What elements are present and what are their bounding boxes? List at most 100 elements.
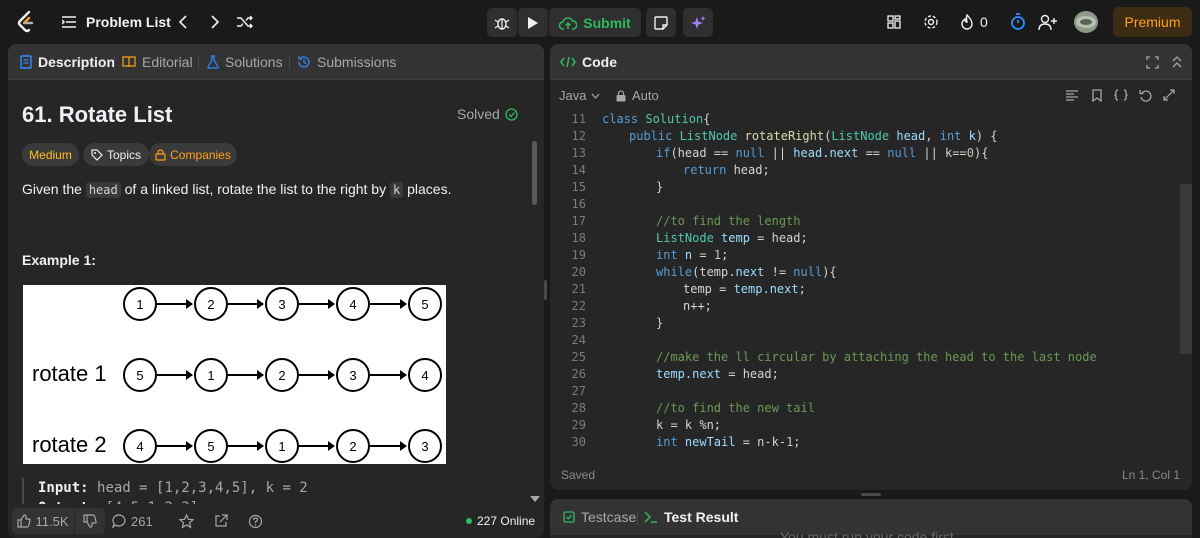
shuffle-icon[interactable] [236, 13, 254, 31]
code-token: head [793, 146, 823, 160]
comments-button[interactable]: 261 [112, 508, 153, 534]
diagram-arrow [370, 370, 407, 380]
comment-icon [112, 514, 127, 528]
code-token: temp.next [656, 367, 722, 381]
tab-test-result[interactable]: Test Result [644, 499, 738, 535]
vertical-resize-handle[interactable] [544, 280, 547, 300]
code-line: temp.next = head; [656, 366, 779, 383]
diagram-row-label: rotate 2 [32, 432, 107, 457]
language-select[interactable]: Java [559, 88, 600, 103]
chevron-left-icon[interactable] [175, 13, 191, 31]
bookmark-icon[interactable] [1090, 88, 1104, 102]
code-token: ListNode [679, 129, 745, 143]
auto-mode[interactable]: Auto [616, 88, 659, 103]
problem-title: 61. Rotate List [22, 102, 173, 127]
online-count: 227 Online [477, 514, 536, 528]
code-token: || k== [916, 146, 967, 160]
reset-icon[interactable] [1138, 88, 1152, 102]
share-icon[interactable] [213, 513, 229, 529]
code-token: ListNode [656, 231, 722, 245]
code-brackets-icon [560, 56, 576, 68]
solved-label: Solved [457, 106, 500, 122]
description-footer: 11.5K 261 227 Online [8, 504, 544, 538]
code-token: = head; [721, 367, 779, 381]
help-icon[interactable] [247, 513, 263, 529]
problem-statement: Given the head of a linked list, rotate … [22, 181, 451, 198]
horizontal-resize-handle[interactable] [861, 493, 881, 496]
tab-description[interactable]: Description [20, 44, 115, 80]
braces-icon[interactable] [1113, 88, 1129, 102]
test-result-label: Test Result [664, 509, 739, 525]
chevron-right-icon[interactable] [207, 13, 223, 31]
list-icon[interactable] [61, 14, 77, 30]
submit-label: Submit [583, 14, 631, 31]
scroll-down-arrow[interactable] [530, 496, 540, 502]
diagram-node: 4 [336, 287, 370, 321]
settings-gear-icon[interactable] [922, 13, 940, 31]
submit-button[interactable]: Submit [549, 8, 641, 37]
code-token: (temp. [692, 265, 736, 279]
code-token: return [683, 163, 734, 177]
timer-icon[interactable] [1009, 12, 1027, 32]
debug-button[interactable] [487, 8, 517, 37]
code-token: head; [733, 163, 770, 177]
format-lines-icon[interactable] [1065, 88, 1079, 102]
diagram-arrow [228, 370, 264, 380]
tab-editorial-label: Editorial [142, 54, 193, 70]
chevron-up-icon[interactable] [1170, 54, 1184, 70]
line-number: 13 [571, 146, 586, 160]
companies-button[interactable]: Companies [149, 143, 237, 166]
code-line: while(temp.next != null){ [656, 264, 837, 281]
line-number: 29 [571, 418, 586, 432]
diagram-node: 2 [265, 358, 299, 392]
diagram-arrow [157, 441, 193, 451]
example-input: Input: head = [1,2,3,4,5], k = 2 [38, 478, 308, 498]
code-line: //to find the length [656, 213, 801, 230]
run-button[interactable] [518, 8, 548, 37]
add-user-icon[interactable] [1038, 12, 1058, 32]
tab-submissions[interactable]: Submissions [297, 44, 396, 80]
diagram-arrow [370, 299, 407, 309]
diagram-node: 5 [408, 287, 442, 321]
tab-testcase[interactable]: Testcase [563, 499, 636, 535]
like-count: 11.5K [35, 513, 69, 529]
problem-list-link[interactable]: Problem List [86, 14, 171, 30]
history-icon [297, 55, 311, 69]
leetcode-logo-icon[interactable] [14, 10, 40, 34]
like-button[interactable]: 11.5K [12, 508, 74, 534]
code-token: //to find the new tail [656, 401, 815, 415]
code-token: //to find the length [656, 214, 801, 228]
dislike-button[interactable] [75, 508, 105, 534]
diagram-arrow [370, 441, 407, 451]
example-title: Example 1: [22, 252, 96, 268]
maximize-icon[interactable] [1144, 54, 1160, 70]
premium-button[interactable]: Premium [1113, 7, 1192, 37]
star-icon[interactable] [178, 513, 194, 529]
diagram-arrow [157, 299, 193, 309]
diagram-node: 5 [194, 429, 228, 463]
layout-icon[interactable] [886, 14, 902, 30]
notes-button[interactable] [646, 8, 676, 37]
editor-scrollbar[interactable] [1180, 184, 1192, 354]
terminal-icon [644, 511, 658, 523]
avatar[interactable] [1074, 11, 1098, 33]
ai-assist-button[interactable] [683, 8, 713, 37]
diagram-arrow [299, 370, 335, 380]
code-editor[interactable]: 11 class Solution{12 public ListNode rotat… [550, 110, 1180, 450]
description-scrollbar[interactable] [532, 141, 537, 205]
topics-button[interactable]: Topics [83, 143, 149, 166]
line-number: 28 [571, 401, 586, 415]
code-token: != [764, 265, 794, 279]
tab-description-label: Description [38, 54, 116, 70]
diagram-row-label: rotate 1 [32, 361, 107, 386]
tab-solutions[interactable]: Solutions [207, 44, 283, 80]
code-token: while [656, 265, 693, 279]
tab-editorial[interactable]: Editorial [122, 44, 193, 80]
code-token: = head; [749, 231, 808, 245]
code-token: int [656, 435, 685, 449]
language-label: Java [559, 88, 587, 103]
streak-fire-icon[interactable] [959, 13, 975, 31]
code-line: n++; [683, 298, 712, 315]
line-number: 30 [571, 435, 586, 449]
expand-icon[interactable] [1162, 88, 1176, 102]
